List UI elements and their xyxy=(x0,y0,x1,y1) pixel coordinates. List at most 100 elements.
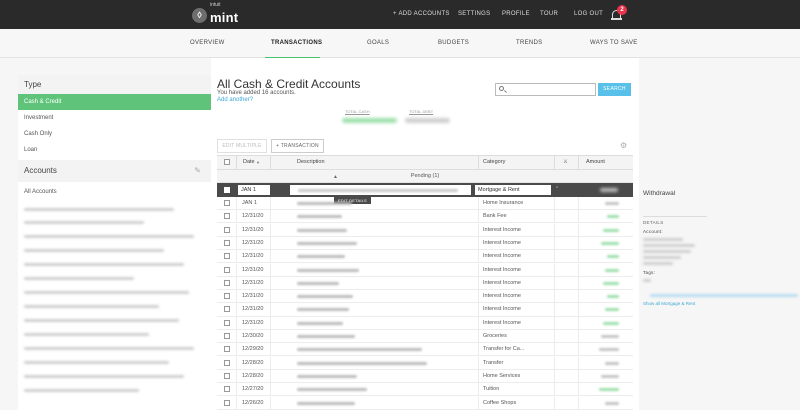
row-category[interactable]: Coffee Shops xyxy=(483,397,516,410)
edit-multiple-button[interactable]: EDIT MULTIPLE xyxy=(217,139,267,153)
row-category[interactable]: Interest Income xyxy=(483,277,521,290)
column-description[interactable]: Description xyxy=(297,156,325,169)
table-row[interactable]: 12/27/20 Tuition xyxy=(217,383,633,397)
row-checkbox[interactable] xyxy=(224,293,230,300)
table-row[interactable]: 12/31/20 Interest Income xyxy=(217,250,633,264)
show-all-category-link[interactable]: Show all Mortgage & Rent xyxy=(643,301,695,306)
add-another-link[interactable]: Add another? xyxy=(217,97,253,103)
redacted-account[interactable] xyxy=(24,305,159,308)
type-cash-credit[interactable]: Cash & Credit xyxy=(18,94,211,110)
table-row[interactable]: 12/31/20 Interest Income xyxy=(217,263,633,277)
table-row[interactable]: 12/31/20 Interest Income xyxy=(217,316,633,330)
logout-link[interactable]: LOG OUT xyxy=(574,0,603,29)
tab-trends[interactable]: TRENDS xyxy=(516,29,542,58)
row-category[interactable]: Home Services xyxy=(483,370,520,383)
tab-ways-to-save[interactable]: WAYS TO SAVE xyxy=(590,29,638,58)
row-category[interactable]: Transfer for Ca... xyxy=(483,343,524,356)
table-row[interactable]: 12/31/20 Interest Income xyxy=(217,290,633,304)
row-checkbox[interactable] xyxy=(224,266,230,273)
row-checkbox[interactable] xyxy=(224,333,230,339)
selected-row-checkbox[interactable] xyxy=(224,187,230,193)
table-row[interactable]: 12/31/20 Interest Income xyxy=(217,236,633,251)
add-transaction-button[interactable]: + TRANSACTION xyxy=(271,139,324,153)
sort-down-icon[interactable]: ▼ xyxy=(256,156,260,169)
search-input[interactable] xyxy=(495,83,596,96)
split-icon[interactable]: ⚔ xyxy=(563,156,568,169)
edit-date-field[interactable]: JAN 1 xyxy=(238,185,270,195)
redacted-account[interactable] xyxy=(24,263,184,266)
redacted-account[interactable] xyxy=(24,361,169,364)
redacted-account[interactable] xyxy=(24,333,149,336)
edit-pencil-icon[interactable]: ✎ xyxy=(194,167,201,175)
table-row[interactable]: 12/26/20 Coffee Shops xyxy=(217,396,633,410)
type-cash-only[interactable]: Cash Only xyxy=(18,126,211,142)
tab-budgets[interactable]: BUDGETS xyxy=(438,29,469,58)
row-category[interactable]: Interest Income xyxy=(483,250,521,263)
table-row[interactable]: 12/31/20 Interest Income xyxy=(217,276,633,290)
tab-transactions[interactable]: TRANSACTIONS xyxy=(271,29,322,58)
row-checkbox[interactable] xyxy=(224,253,230,260)
edit-category-field[interactable]: Mortgage & Rent xyxy=(475,185,551,195)
table-row[interactable]: 12/31/20 Bank Fee xyxy=(217,210,633,224)
row-checkbox[interactable] xyxy=(224,226,230,233)
row-checkbox[interactable] xyxy=(224,386,230,393)
row-category[interactable]: Interest Income xyxy=(483,317,521,330)
row-category[interactable]: Bank Fee xyxy=(483,210,507,223)
type-investment[interactable]: Investment xyxy=(18,110,211,126)
column-category[interactable]: Category xyxy=(483,156,505,169)
edit-description-field[interactable] xyxy=(290,185,471,195)
redacted-account[interactable] xyxy=(24,347,194,350)
row-category[interactable]: Groceries xyxy=(483,330,507,343)
row-checkbox[interactable] xyxy=(224,200,230,206)
row-checkbox[interactable] xyxy=(224,279,230,286)
redacted-account[interactable] xyxy=(24,249,164,252)
pending-group-row[interactable]: Pending (1) xyxy=(217,170,633,183)
row-category[interactable]: Interest Income xyxy=(483,264,521,277)
row-category[interactable]: Tuition xyxy=(483,383,499,396)
row-category[interactable]: Transfer xyxy=(483,357,503,370)
table-row[interactable]: 12/31/20 Interest Income xyxy=(217,223,633,237)
table-row[interactable]: 12/28/20 Transfer xyxy=(217,356,633,370)
table-row[interactable]: 12/28/20 Home Services xyxy=(217,369,633,384)
row-category[interactable]: Interest Income xyxy=(483,303,521,316)
row-category[interactable]: Interest Income xyxy=(483,224,521,237)
table-row[interactable]: 12/31/20 Interest Income xyxy=(217,303,633,317)
table-row[interactable]: 12/29/20 Transfer for Ca... xyxy=(217,343,633,357)
table-row[interactable]: JAN 1 Home Insurance xyxy=(217,197,633,211)
redacted-account[interactable] xyxy=(24,235,194,238)
profile-link[interactable]: PROFILE xyxy=(502,0,530,29)
row-checkbox[interactable] xyxy=(224,213,230,220)
select-all-checkbox[interactable] xyxy=(224,159,230,165)
mint-logo[interactable]: ◊ intuit mint xyxy=(192,2,238,25)
show-all-merchant-link-redacted[interactable] xyxy=(650,294,798,297)
tab-goals[interactable]: GOALS xyxy=(367,29,389,58)
collapse-caret-icon[interactable]: ▲ xyxy=(333,175,338,180)
redacted-account[interactable] xyxy=(24,277,134,280)
gear-icon[interactable]: ⚙ xyxy=(620,142,627,150)
tour-link[interactable]: TOUR xyxy=(540,0,558,29)
row-checkbox[interactable] xyxy=(224,399,230,406)
row-checkbox[interactable] xyxy=(224,239,230,246)
row-checkbox[interactable] xyxy=(224,319,230,326)
column-date[interactable]: Date xyxy=(243,156,255,169)
redacted-account[interactable] xyxy=(24,208,174,211)
settings-link[interactable]: SETTINGS xyxy=(458,0,490,29)
redacted-account[interactable] xyxy=(24,221,144,224)
row-category[interactable]: Home Insurance xyxy=(483,197,523,210)
redacted-account[interactable] xyxy=(24,375,184,378)
row-category[interactable]: Interest Income xyxy=(483,290,521,303)
redacted-account[interactable] xyxy=(24,291,189,294)
row-checkbox[interactable] xyxy=(224,372,230,379)
all-accounts-item[interactable]: All Accounts xyxy=(18,184,211,200)
add-accounts-link[interactable]: + ADD ACCOUNTS xyxy=(393,0,450,29)
table-row[interactable]: 12/30/20 Groceries xyxy=(217,330,633,344)
row-checkbox[interactable] xyxy=(224,346,230,353)
column-amount[interactable]: Amount xyxy=(586,156,605,169)
search-button[interactable]: SEARCH xyxy=(598,83,631,96)
tab-overview[interactable]: OVERVIEW xyxy=(190,29,225,58)
chevron-updown-icon[interactable]: ⌃ xyxy=(555,186,559,192)
redacted-account[interactable] xyxy=(24,319,179,322)
row-checkbox[interactable] xyxy=(224,306,230,313)
type-loan[interactable]: Loan xyxy=(18,142,211,158)
row-category[interactable]: Interest Income xyxy=(483,237,521,250)
